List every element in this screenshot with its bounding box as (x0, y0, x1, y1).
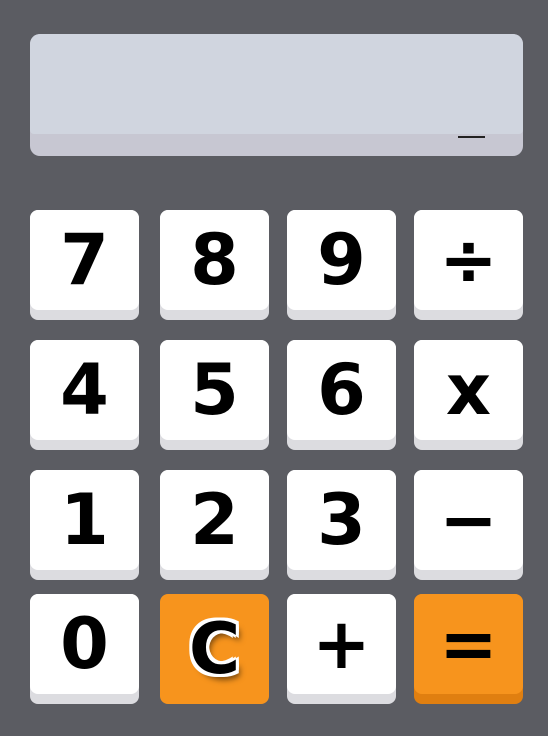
key-label: 4 (30, 340, 139, 440)
key-subtract[interactable]: − (414, 470, 523, 580)
display-cursor (458, 136, 485, 138)
key-label: 6 (287, 340, 396, 440)
key-7[interactable]: 7 (30, 210, 139, 320)
key-label: 7 (30, 210, 139, 310)
key-label: + (287, 594, 396, 694)
key-5[interactable]: 5 (160, 340, 269, 450)
key-label: = (414, 594, 523, 694)
key-label: 2 (160, 470, 269, 570)
key-2[interactable]: 2 (160, 470, 269, 580)
key-1[interactable]: 1 (30, 470, 139, 580)
calculator-display (30, 34, 523, 156)
key-label: 5 (160, 340, 269, 440)
key-add[interactable]: + (287, 594, 396, 704)
key-multiply[interactable]: x (414, 340, 523, 450)
key-clear[interactable]: C (160, 594, 269, 704)
display-screen (30, 34, 523, 134)
key-6[interactable]: 6 (287, 340, 396, 450)
key-3[interactable]: 3 (287, 470, 396, 580)
key-4[interactable]: 4 (30, 340, 139, 450)
key-divide[interactable]: ÷ (414, 210, 523, 320)
key-label: 8 (160, 210, 269, 310)
key-label: x (414, 340, 523, 440)
key-label: 1 (30, 470, 139, 570)
key-9[interactable]: 9 (287, 210, 396, 320)
key-0[interactable]: 0 (30, 594, 139, 704)
key-equals[interactable]: = (414, 594, 523, 704)
key-label: ÷ (414, 210, 523, 310)
key-label: 0 (30, 594, 139, 694)
key-label: − (414, 470, 523, 570)
key-label: 3 (287, 470, 396, 570)
key-label: C (160, 594, 269, 704)
key-8[interactable]: 8 (160, 210, 269, 320)
key-label: 9 (287, 210, 396, 310)
